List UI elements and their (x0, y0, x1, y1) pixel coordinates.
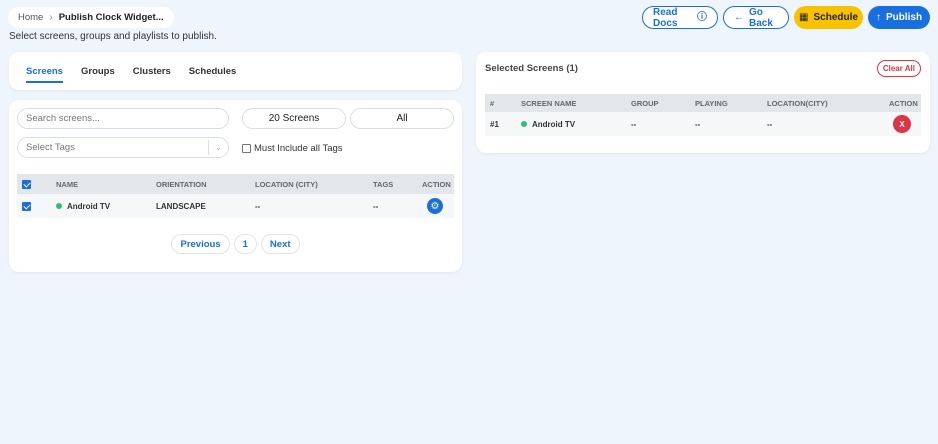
online-status-icon (56, 203, 62, 209)
tags-select[interactable]: Select Tags ⌄ (17, 137, 229, 158)
go-back-label: Go Back (749, 6, 773, 29)
schedule-button[interactable]: ▦ Schedule (794, 6, 863, 29)
online-status-icon (521, 121, 527, 127)
arrow-left-icon: ← (734, 11, 744, 23)
row-screen-name-cell: Android TV (521, 112, 575, 136)
chevron-right-icon: › (49, 12, 53, 23)
tab-groups[interactable]: Groups (81, 66, 115, 83)
next-page-button[interactable]: Next (260, 234, 300, 254)
header-actions: Read Docs ⓘ ← Go Back ▦ Schedule ↑ Publi… (642, 6, 930, 29)
col-location-city: LOCATION(CITY) (767, 98, 828, 108)
tags-select-placeholder: Select Tags (26, 142, 75, 153)
pagination: Previous 1 Next (9, 234, 462, 254)
go-back-button[interactable]: ← Go Back (723, 6, 789, 29)
col-index: # (490, 98, 495, 108)
read-docs-label: Read Docs (653, 6, 678, 29)
col-orientation: ORIENTATION (156, 179, 207, 189)
screen-count-pill: 20 Screens (242, 108, 346, 129)
col-name: NAME (56, 179, 79, 189)
col-location: LOCATION (CITY) (255, 179, 318, 189)
page-number-button[interactable]: 1 (233, 234, 257, 254)
row-index: #1 (490, 119, 499, 129)
row-select-cell (22, 194, 31, 218)
arrow-up-icon: ↑ (875, 11, 881, 23)
breadcrumb-current: Publish Clock Widget... (58, 12, 164, 23)
table-row: Android TV LANDSCAPE -- -- ⚙ (17, 194, 454, 218)
screens-table-header: NAME ORIENTATION LOCATION (CITY) TAGS AC… (17, 174, 454, 194)
col-action: ACTION (422, 179, 451, 189)
remove-icon[interactable]: X (893, 115, 911, 133)
col-screen-name: SCREEN NAME (521, 98, 577, 108)
filter-all-button[interactable]: All (350, 108, 454, 129)
row-screen-name: Android TV (532, 119, 576, 129)
row-checkbox[interactable] (22, 201, 31, 211)
select-all-cell (22, 174, 31, 194)
tab-bar: Screens Groups Clusters Schedules (9, 52, 462, 83)
breadcrumb-home[interactable]: Home (18, 12, 43, 23)
tab-screens[interactable]: Screens (26, 66, 63, 83)
col-playing: PLAYING (695, 98, 728, 108)
table-row: #1 Android TV -- -- -- X (485, 112, 921, 136)
col-action: ACTION (889, 98, 918, 108)
search-input[interactable]: Search screens... (17, 108, 229, 129)
clear-all-button[interactable]: Clear All (876, 60, 921, 77)
row-playing: -- (695, 119, 701, 129)
selected-table-header: # SCREEN NAME GROUP PLAYING LOCATION(CIT… (485, 94, 921, 112)
tab-clusters[interactable]: Clusters (133, 66, 171, 83)
publish-label: Publish (885, 12, 923, 23)
settings-gear-icon[interactable]: ⚙ (427, 198, 443, 214)
publish-button[interactable]: ↑ Publish (868, 6, 930, 29)
screens-card: Search screens... 20 Screens All Select … (9, 100, 462, 272)
schedule-label: Schedule (813, 12, 858, 23)
breadcrumb: Home › Publish Clock Widget... (8, 7, 174, 28)
row-name: Android TV (67, 201, 111, 211)
read-docs-button[interactable]: Read Docs ⓘ (642, 6, 718, 29)
tab-schedules[interactable]: Schedules (189, 66, 237, 83)
select-all-checkbox[interactable] (22, 179, 31, 189)
col-tags: TAGS (373, 179, 394, 189)
col-group: GROUP (631, 98, 659, 108)
row-orientation: LANDSCAPE (156, 201, 206, 211)
row-action-cell: ⚙ (427, 194, 443, 218)
row-location: -- (255, 201, 261, 211)
row-tags: -- (373, 201, 379, 211)
row-name-cell: Android TV (56, 194, 110, 218)
selected-screens-card: Selected Screens (1) Clear All # SCREEN … (476, 52, 930, 153)
row-group: -- (631, 119, 637, 129)
info-icon: ⓘ (697, 11, 707, 23)
calendar-icon: ▦ (799, 11, 809, 23)
must-include-tags-option[interactable]: Must Include all Tags (242, 143, 343, 154)
must-include-checkbox[interactable] (242, 144, 251, 153)
must-include-label: Must Include all Tags (254, 143, 343, 154)
tabs-card: Screens Groups Clusters Schedules (9, 52, 462, 90)
row-location-city: -- (767, 119, 773, 129)
previous-page-button[interactable]: Previous (171, 234, 230, 254)
chevron-down-icon[interactable]: ⌄ (208, 140, 228, 155)
page-subtitle: Select screens, groups and playlists to … (9, 31, 217, 42)
row-remove-cell: X (893, 112, 911, 136)
selected-screens-title: Selected Screens (1) (485, 63, 578, 74)
